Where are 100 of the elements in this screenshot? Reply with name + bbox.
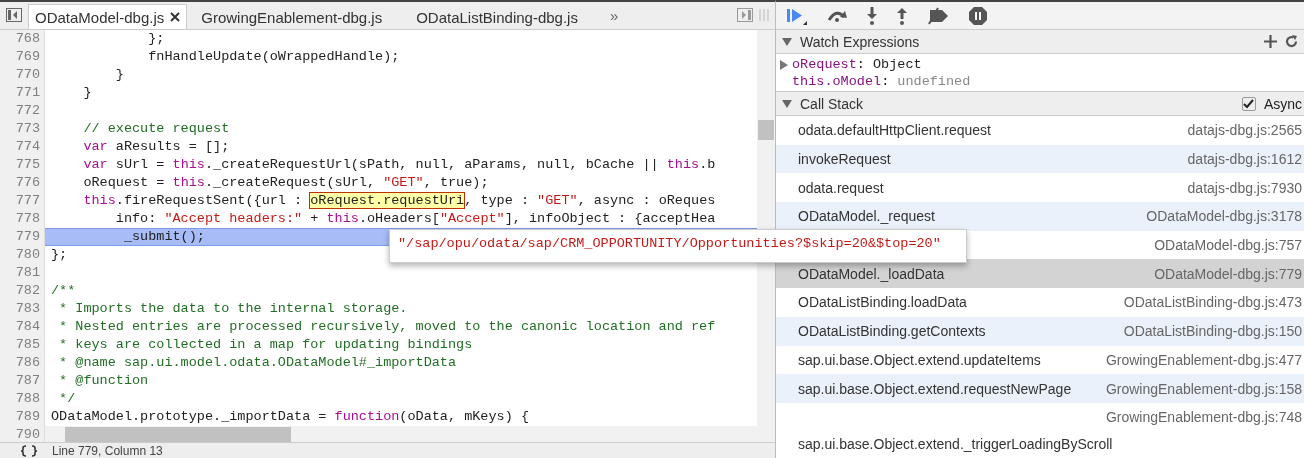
file-location[interactable]: ODataListBinding-dbg.js:150: [1123, 323, 1302, 340]
deactivate-breakpoints-icon[interactable]: [926, 6, 950, 25]
line-number: 787: [0, 372, 45, 390]
file-location[interactable]: ODataModel-dbg.js:757: [1154, 237, 1302, 254]
function-name: odata.request: [798, 179, 884, 196]
braces-icon[interactable]: [20, 444, 38, 457]
call-frame[interactable]: odata.request datajs-dbg.js:7930: [776, 173, 1304, 203]
code-line: */: [58, 390, 77, 408]
code-line: this.fireRequestSent({url : oRequest.requestUri, type : "GET", async : oReques: [82, 192, 717, 210]
call-frame[interactable]: odata.defaultHttpClient.request datajs-dbg.js:2565: [776, 116, 1304, 145]
line-number: 776: [0, 174, 45, 192]
watch-expression: this.oModel: undefined: [792, 74, 971, 89]
line-number: 772: [0, 102, 45, 120]
line-number: 775: [0, 156, 45, 174]
line-number: 785: [0, 336, 45, 354]
call-frame[interactable]: ODataModel._request ODataModel-dbg.js:3178: [776, 202, 1304, 231]
file-location[interactable]: GrowingEnablement-dbg.js:748: [798, 408, 1302, 425]
file-location[interactable]: ODataListBinding-dbg.js:473: [1123, 294, 1302, 311]
code-line: var aResults = [];: [82, 138, 231, 156]
code-line: * keys are collected in a map for updating bindings: [58, 336, 474, 354]
line-number: 782: [0, 282, 45, 300]
function-name: invokeRequest: [798, 151, 891, 168]
call-frame[interactable]: sap.ui.base.Object.extend.requestNewPage GrowingEnablement-dbg.js:158: [776, 374, 1304, 403]
function-name: sap.ui.base.Object.extend.updateItems: [798, 351, 1041, 368]
code-line: * @function: [58, 372, 150, 390]
file-location[interactable]: ODataModel-dbg.js:779: [1154, 265, 1302, 282]
call-frame[interactable]: ODataModel._loadData ODataModel-dbg.js:779: [776, 259, 1304, 289]
call-frame[interactable]: sap.ui.base.Object.extend.updateItems GrowingEnablement-dbg.js:477: [776, 345, 1304, 375]
step-into-icon[interactable]: [866, 6, 878, 25]
code-line: };: [147, 30, 166, 48]
code-line: };: [50, 246, 69, 264]
line-number: 774: [0, 138, 45, 156]
line-number: 768: [0, 30, 45, 48]
code-line: }: [114, 66, 125, 84]
file-location[interactable]: datajs-dbg.js:1612: [1187, 151, 1302, 168]
function-name: sap.ui.base.Object.extend._triggerLoadingByScroll: [798, 435, 1113, 452]
line-number: 770: [0, 66, 45, 84]
line-number: 790: [0, 426, 45, 442]
value-tooltip: "/sap/opu/odata/sap/CRM_OPPORTUNITY/Opportunities?$skip=20&$top=20": [389, 229, 967, 263]
function-name: ODataModel._request: [798, 208, 935, 225]
async-checkbox[interactable]: [1241, 96, 1256, 111]
function-name: ODataListBinding.getContexts: [798, 323, 986, 340]
code-line: var sUrl = this._createRequestUrl(sPath, null, aParams, null, bCache || this.b: [82, 156, 717, 174]
line-number: 784: [0, 318, 45, 336]
file-location[interactable]: datajs-dbg.js:7930: [1187, 179, 1302, 196]
line-number: 773: [0, 120, 45, 138]
section-title[interactable]: Watch Expressions: [800, 33, 920, 50]
function-name: ODataListBinding.loadData: [798, 294, 967, 311]
file-location[interactable]: datajs-dbg.js:2565: [1187, 122, 1302, 139]
code-line: oRequest = this._createRequest(sUrl, "GET", true);: [82, 174, 490, 192]
call-frame[interactable]: GrowingEnablement-dbg.js:748 sap.ui.base.Object.extend._triggerLoadingByScroll: [776, 402, 1304, 458]
horizontal-scrollbar[interactable]: [45, 426, 757, 442]
panel-toggle-icon[interactable]: [6, 8, 22, 22]
code-line: * Nested entries are processed recursively, moved to the canonic location and ref: [58, 318, 717, 336]
function-name: sap.ui.base.Object.extend.requestNewPage: [798, 380, 1072, 397]
code-line: info: "Accept headers:" + this.oHeaders["Accept"], infoObject : {acceptHea: [114, 210, 717, 228]
line-number: 786: [0, 354, 45, 372]
line-number: 788: [0, 390, 45, 408]
cursor-position: Line 779, Column 13: [52, 443, 163, 458]
async-label: Async: [1263, 95, 1302, 112]
code-line: * @name sap.ui.model.odata.ODataModel#_importData: [58, 354, 458, 372]
expanded-triangle-icon[interactable]: [782, 98, 792, 109]
code-line: fnHandleUpdate(oWrappedHandle);: [147, 48, 401, 66]
line-number: 780: [0, 246, 45, 264]
add-icon[interactable]: [1264, 35, 1277, 48]
code-line: ODataModel.prototype._importData = function(oData, mKeys) {: [50, 408, 530, 426]
function-name: odata.defaultHttpClient.request: [798, 122, 991, 139]
call-frame[interactable]: ODataListBinding.loadData ODataListBinding-dbg.js:473: [776, 288, 1304, 317]
code-line: // execute request: [82, 120, 231, 138]
expanded-triangle-icon[interactable]: [782, 36, 792, 47]
pause-icon[interactable]: [968, 5, 988, 26]
line-number: 789: [0, 408, 45, 426]
more-tabs-button[interactable]: »: [609, 7, 619, 29]
line-number: 779: [0, 228, 45, 246]
section-title[interactable]: Call Stack: [800, 95, 864, 112]
file-tab[interactable]: ODataModel-dbg.js: [28, 4, 188, 29]
line-number: 777: [0, 192, 45, 210]
function-name: ODataModel._loadData: [798, 265, 945, 282]
line-number: 783: [0, 300, 45, 318]
code-line: * Imports the data to the internal storage.: [58, 300, 409, 318]
line-number: 771: [0, 84, 45, 102]
line-number: 769: [0, 48, 45, 66]
call-frame[interactable]: invokeRequest datajs-dbg.js:1612: [776, 144, 1304, 174]
file-location[interactable]: ODataModel-dbg.js:3178: [1146, 208, 1302, 225]
step-out-icon[interactable]: [896, 6, 908, 25]
code-line: /**: [50, 282, 77, 300]
refresh-icon[interactable]: [1285, 35, 1298, 48]
panel-toggle-icon[interactable]: [737, 8, 753, 22]
file-location[interactable]: GrowingEnablement-dbg.js:158: [1105, 380, 1302, 397]
line-number: 778: [0, 210, 45, 228]
file-location[interactable]: GrowingEnablement-dbg.js:477: [1105, 351, 1302, 368]
close-icon[interactable]: [170, 12, 181, 22]
watch-expression: oRequest: Object: [792, 57, 922, 72]
file-tab[interactable]: ODataListBinding-dbg.js: [410, 5, 584, 29]
line-number: 781: [0, 264, 45, 282]
drag-handle-icon[interactable]: [759, 8, 769, 22]
call-frame[interactable]: ODataListBinding.getContexts ODataListBinding-dbg.js:150: [776, 316, 1304, 346]
file-tab[interactable]: GrowingEnablement-dbg.js: [195, 5, 389, 29]
code-line: }: [82, 84, 93, 102]
expand-triangle-icon[interactable]: [780, 59, 788, 70]
